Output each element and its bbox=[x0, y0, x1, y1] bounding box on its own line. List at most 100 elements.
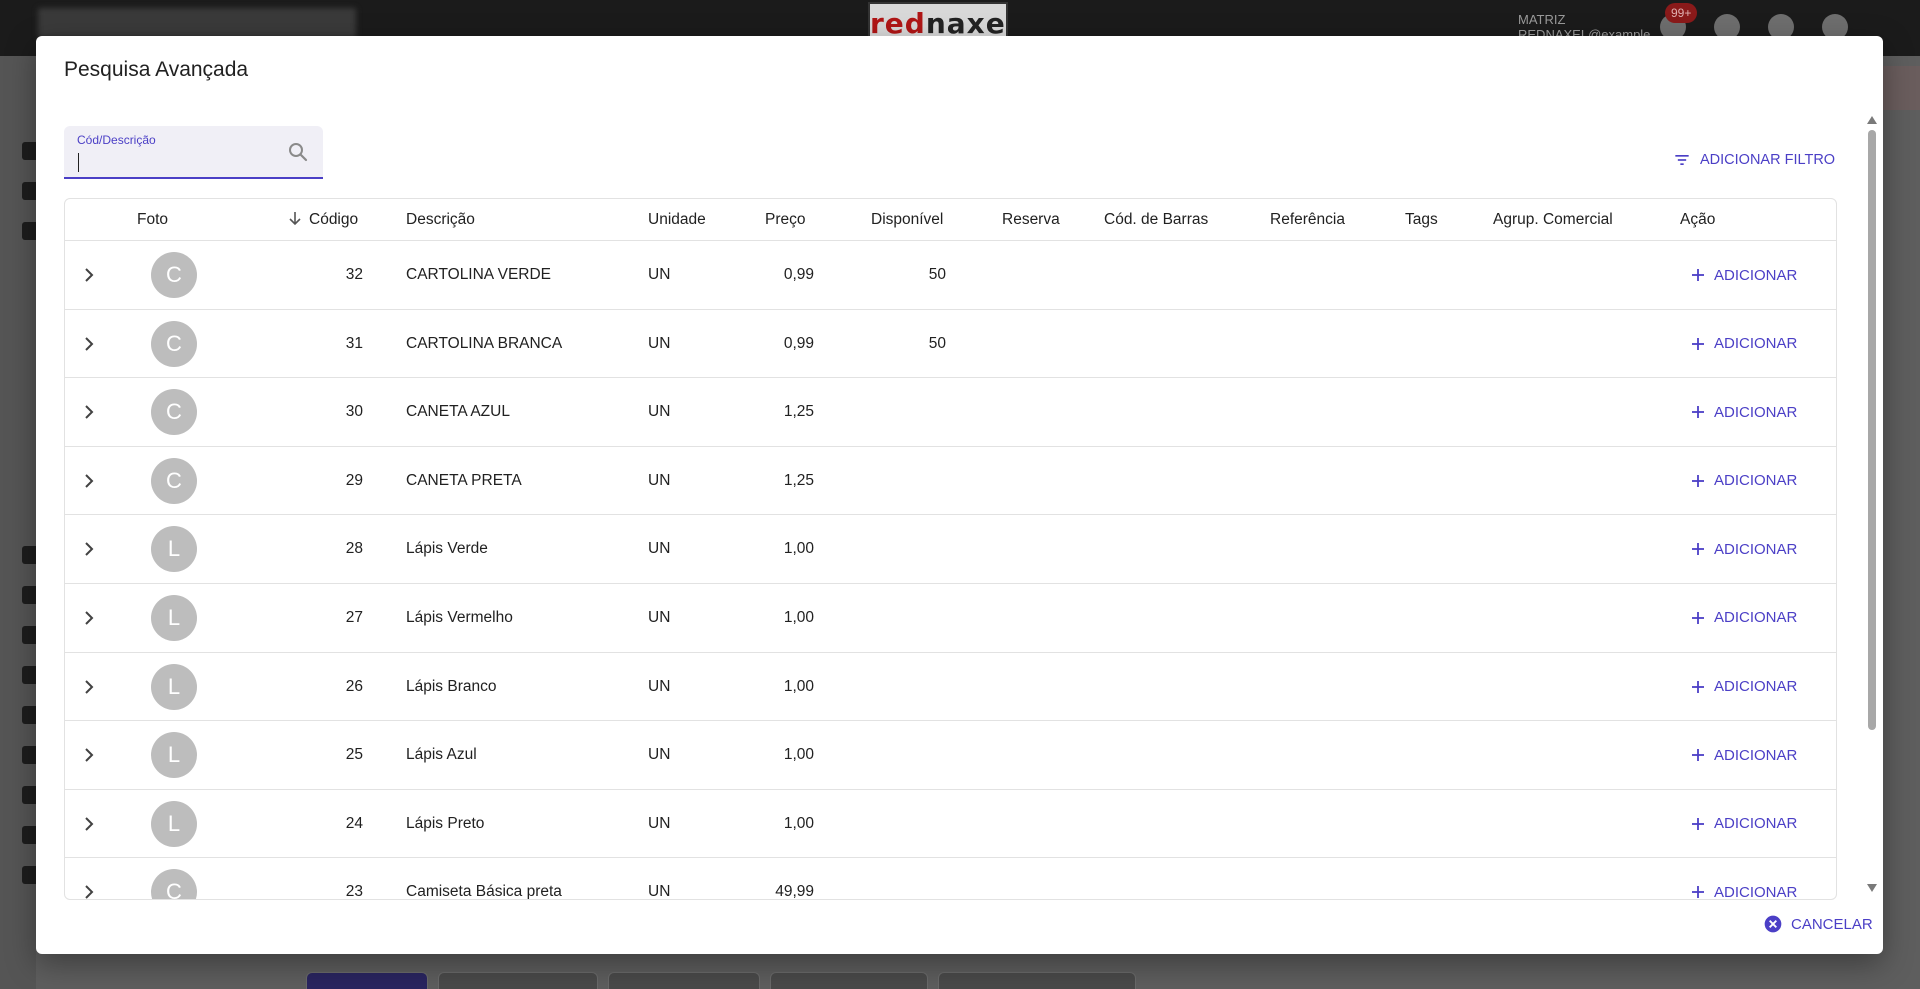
table-row[interactable]: C 23 Camiseta Básica preta UN 49,99 ADICIONAR bbox=[65, 858, 1836, 900]
cell-descricao: CARTOLINA BRANCA bbox=[406, 334, 563, 352]
add-item-button[interactable]: ADICIONAR bbox=[1690, 584, 1797, 652]
cell-unidade: UN bbox=[648, 471, 671, 489]
cell-preco: 1,00 bbox=[783, 540, 814, 558]
cell-disponivel bbox=[865, 378, 946, 446]
add-filter-label: ADICIONAR FILTRO bbox=[1700, 152, 1836, 168]
add-item-label: ADICIONAR bbox=[1714, 883, 1798, 900]
scroll-up-arrow[interactable] bbox=[1867, 116, 1877, 124]
bg-action-button-2[interactable] bbox=[608, 972, 760, 989]
table-row[interactable]: L 26 Lápis Branco UN 1,00 ADICIONAR bbox=[65, 653, 1836, 722]
cell-descricao: Lápis Branco bbox=[406, 677, 497, 695]
table-row[interactable]: L 24 Lápis Preto UN 1,00 ADICIONAR bbox=[65, 790, 1836, 859]
col-codigo[interactable]: Código bbox=[287, 199, 358, 241]
cell-descricao: CANETA AZUL bbox=[406, 403, 510, 421]
bg-action-button-3[interactable] bbox=[770, 972, 928, 989]
plus-icon bbox=[1692, 474, 1704, 487]
add-item-button[interactable]: ADICIONAR bbox=[1690, 721, 1797, 789]
chevron-right-icon[interactable] bbox=[79, 334, 99, 354]
bg-save-button[interactable] bbox=[306, 972, 428, 989]
table-row[interactable]: C 31 CARTOLINA BRANCA UN 0,99 50 ADICIONAR bbox=[65, 310, 1836, 379]
scroll-down-arrow[interactable] bbox=[1867, 884, 1877, 892]
cancel-label: CANCELAR bbox=[1791, 915, 1873, 933]
cell-preco: 1,25 bbox=[783, 471, 814, 489]
cell-codigo: 30 bbox=[345, 403, 363, 421]
add-item-button[interactable]: ADICIONAR bbox=[1690, 790, 1797, 858]
cell-codigo: 24 bbox=[345, 814, 363, 832]
table-row[interactable]: L 28 Lápis Verde UN 1,00 ADICIONAR bbox=[65, 515, 1836, 584]
add-item-button[interactable]: ADICIONAR bbox=[1690, 241, 1797, 309]
close-circle-icon bbox=[1764, 915, 1782, 933]
avatar: C bbox=[151, 389, 197, 436]
add-filter-button[interactable]: ADICIONAR FILTRO bbox=[1672, 150, 1835, 170]
cell-disponivel: 50 bbox=[928, 266, 946, 283]
add-item-label: ADICIONAR bbox=[1714, 678, 1798, 696]
scroll-thumb[interactable] bbox=[1868, 130, 1876, 730]
table-row[interactable]: C 29 CANETA PRETA UN 1,25 ADICIONAR bbox=[65, 447, 1836, 516]
cell-codigo: 28 bbox=[345, 540, 363, 558]
cell-preco: 1,25 bbox=[783, 403, 814, 421]
chevron-right-icon[interactable] bbox=[79, 265, 99, 285]
search-input[interactable] bbox=[77, 150, 277, 172]
add-item-button[interactable]: ADICIONAR bbox=[1690, 515, 1797, 583]
avatar: L bbox=[151, 732, 197, 779]
add-item-button[interactable]: ADICIONAR bbox=[1690, 858, 1798, 900]
cell-codigo: 26 bbox=[345, 677, 363, 695]
bg-action-button-1[interactable] bbox=[438, 972, 598, 989]
cell-disponivel bbox=[865, 790, 946, 858]
dialog-scrollbar[interactable] bbox=[1865, 112, 1879, 896]
cell-codigo: 27 bbox=[345, 608, 363, 626]
table-row[interactable]: L 25 Lápis Azul UN 1,00 ADICIONAR bbox=[65, 721, 1836, 790]
chevron-right-icon[interactable] bbox=[79, 471, 99, 491]
add-item-button[interactable]: ADICIONAR bbox=[1690, 378, 1797, 446]
table-header: Foto Código Descrição Unidade Preço Disp… bbox=[65, 199, 1836, 241]
cell-disponivel bbox=[865, 584, 946, 652]
add-item-button[interactable]: ADICIONAR bbox=[1690, 653, 1797, 721]
plus-icon bbox=[1692, 611, 1704, 624]
add-item-label: ADICIONAR bbox=[1714, 815, 1798, 833]
cell-disponivel bbox=[865, 721, 946, 789]
chevron-right-icon[interactable] bbox=[79, 677, 99, 697]
notification-badge: 99+ bbox=[1665, 3, 1698, 23]
bg-action-button-4[interactable] bbox=[938, 972, 1136, 989]
advanced-search-dialog: Pesquisa Avançada Cód/Descrição ADICIONA… bbox=[36, 36, 1883, 954]
cell-unidade: UN bbox=[648, 608, 671, 626]
cancel-button[interactable]: CANCELAR bbox=[1763, 914, 1873, 934]
cell-disponivel bbox=[865, 515, 946, 583]
chevron-right-icon[interactable] bbox=[79, 882, 99, 900]
table-row[interactable]: L 27 Lápis Vermelho UN 1,00 ADICIONAR bbox=[65, 584, 1836, 653]
chevron-right-icon[interactable] bbox=[79, 814, 99, 834]
cell-descricao: Lápis Preto bbox=[406, 814, 485, 832]
cell-disponivel bbox=[865, 447, 946, 515]
chevron-right-icon[interactable] bbox=[79, 402, 99, 422]
cell-unidade: UN bbox=[648, 403, 671, 421]
cell-codigo: 25 bbox=[345, 746, 363, 764]
cell-codigo: 31 bbox=[345, 334, 363, 352]
cell-preco: 1,00 bbox=[783, 814, 814, 832]
dialog-title: Pesquisa Avançada bbox=[64, 58, 249, 81]
cell-descricao: CANETA PRETA bbox=[406, 471, 522, 489]
cell-preco: 1,00 bbox=[783, 677, 814, 695]
search-field[interactable]: Cód/Descrição bbox=[64, 126, 323, 179]
avatar: C bbox=[151, 252, 197, 298]
chevron-right-icon[interactable] bbox=[79, 608, 99, 628]
cell-descricao: Lápis Verde bbox=[406, 540, 488, 558]
cell-unidade: UN bbox=[648, 677, 671, 695]
chevron-right-icon[interactable] bbox=[79, 539, 99, 559]
table-row[interactable]: C 32 CARTOLINA VERDE UN 0,99 50 ADICIONAR bbox=[65, 241, 1836, 310]
add-item-button[interactable]: ADICIONAR bbox=[1690, 310, 1797, 378]
search-icon[interactable] bbox=[286, 140, 310, 164]
add-item-label: ADICIONAR bbox=[1714, 266, 1798, 284]
chevron-right-icon[interactable] bbox=[79, 745, 99, 765]
cell-disponivel: 50 bbox=[928, 334, 946, 352]
cell-preco: 0,99 bbox=[783, 334, 814, 352]
add-item-button[interactable]: ADICIONAR bbox=[1690, 447, 1797, 515]
table-row[interactable]: C 30 CANETA AZUL UN 1,25 ADICIONAR bbox=[65, 378, 1836, 447]
cell-unidade: UN bbox=[648, 814, 671, 832]
add-item-label: ADICIONAR bbox=[1714, 472, 1798, 490]
cell-unidade: UN bbox=[648, 746, 671, 764]
plus-icon bbox=[1692, 337, 1704, 350]
avatar: C bbox=[151, 869, 197, 899]
cell-disponivel bbox=[865, 653, 946, 721]
plus-icon bbox=[1692, 817, 1704, 830]
app-logo: rednaxel bbox=[868, 2, 1008, 38]
